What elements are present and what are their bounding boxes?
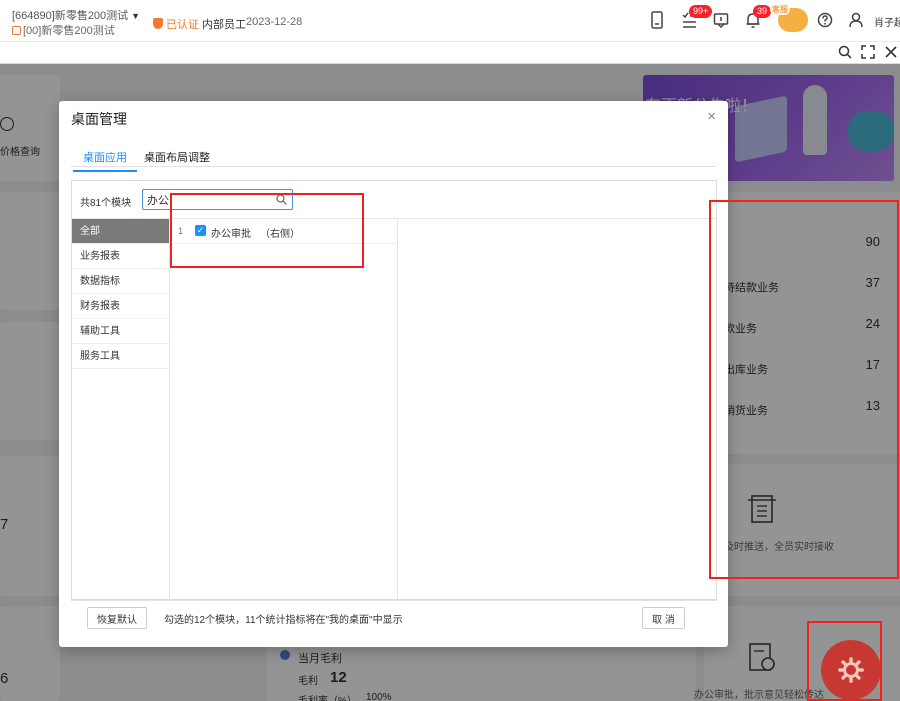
- certified-text: 已认证: [166, 19, 199, 31]
- module-panel: 共81个模块 全部 业务报表 数据指标 财务报表 辅助工具 服务工具 1 ✓ 办…: [71, 180, 717, 600]
- store-name: [00]新零售200测试: [12, 22, 115, 38]
- bell-icon[interactable]: 39: [745, 5, 772, 29]
- notice-badge: 39: [753, 5, 772, 18]
- close-icon[interactable]: [884, 45, 898, 59]
- close-icon[interactable]: ×: [707, 108, 716, 125]
- category-list: 全部 业务报表 数据指标 财务报表 辅助工具 服务工具: [72, 219, 170, 600]
- username[interactable]: 肖子超: [874, 14, 900, 29]
- service-avatar-label: 客服: [770, 4, 790, 15]
- dialog-tabs: 桌面应用 桌面布局调整: [71, 145, 717, 172]
- org-name: [664890]新零售200测试: [12, 10, 129, 22]
- store-icon: [12, 26, 21, 35]
- category-item-aux-tools[interactable]: 辅助工具: [72, 319, 169, 344]
- mobile-icon[interactable]: [649, 11, 667, 29]
- top-header: [664890]新零售200测试 ▼ [00]新零售200测试 已认证 内部员工 …: [0, 0, 900, 42]
- header-date: 2023-12-28: [246, 16, 303, 28]
- category-item-data-metrics[interactable]: 数据指标: [72, 269, 169, 294]
- task-badge: 99+: [689, 5, 713, 18]
- shield-icon: [153, 18, 163, 29]
- category-item-all[interactable]: 全部: [72, 219, 169, 244]
- desktop-manager-dialog: 桌面管理 × 桌面应用 桌面布局调整 共81个模块 全部 业务报表 数据指标 财…: [59, 101, 728, 647]
- help-icon[interactable]: [817, 11, 835, 29]
- task-list-icon[interactable]: 99+: [681, 5, 713, 29]
- annotation-box-search-result: [170, 193, 364, 268]
- divider: [71, 600, 717, 601]
- category-item-finance-reports[interactable]: 财务报表: [72, 294, 169, 319]
- annotation-box-settings: [807, 621, 882, 701]
- tab-toolbar: [0, 42, 900, 64]
- cancel-button[interactable]: 取 消: [642, 607, 685, 629]
- fullscreen-icon[interactable]: [861, 45, 875, 59]
- category-item-business-reports[interactable]: 业务报表: [72, 244, 169, 269]
- chevron-down-icon[interactable]: ▼: [131, 11, 140, 21]
- module-count: 共81个模块: [80, 198, 132, 209]
- selection-summary: 勾选的12个模块，11个统计指标将在"我的桌面"中显示: [164, 615, 403, 626]
- dialog-title: 桌面管理: [71, 111, 127, 127]
- tab-desktop-apps[interactable]: 桌面应用: [73, 149, 137, 172]
- restore-default-button[interactable]: 恢复默认: [87, 607, 147, 629]
- org-selector[interactable]: [664890]新零售200测试 ▼: [12, 7, 140, 23]
- staff-label: 内部员工: [202, 19, 246, 31]
- user-icon[interactable]: [848, 11, 866, 29]
- message-icon[interactable]: [713, 11, 731, 29]
- annotation-box-stats: [709, 200, 899, 579]
- search-icon[interactable]: [838, 45, 852, 59]
- certified-badge: 已认证: [153, 16, 199, 32]
- module-list: 1 ✓ 办公审批 （右侧）: [170, 219, 398, 600]
- store-name-text: [00]新零售200测试: [23, 25, 115, 37]
- category-item-service-tools[interactable]: 服务工具: [72, 344, 169, 369]
- tab-layout-adjust[interactable]: 桌面布局调整: [144, 149, 210, 165]
